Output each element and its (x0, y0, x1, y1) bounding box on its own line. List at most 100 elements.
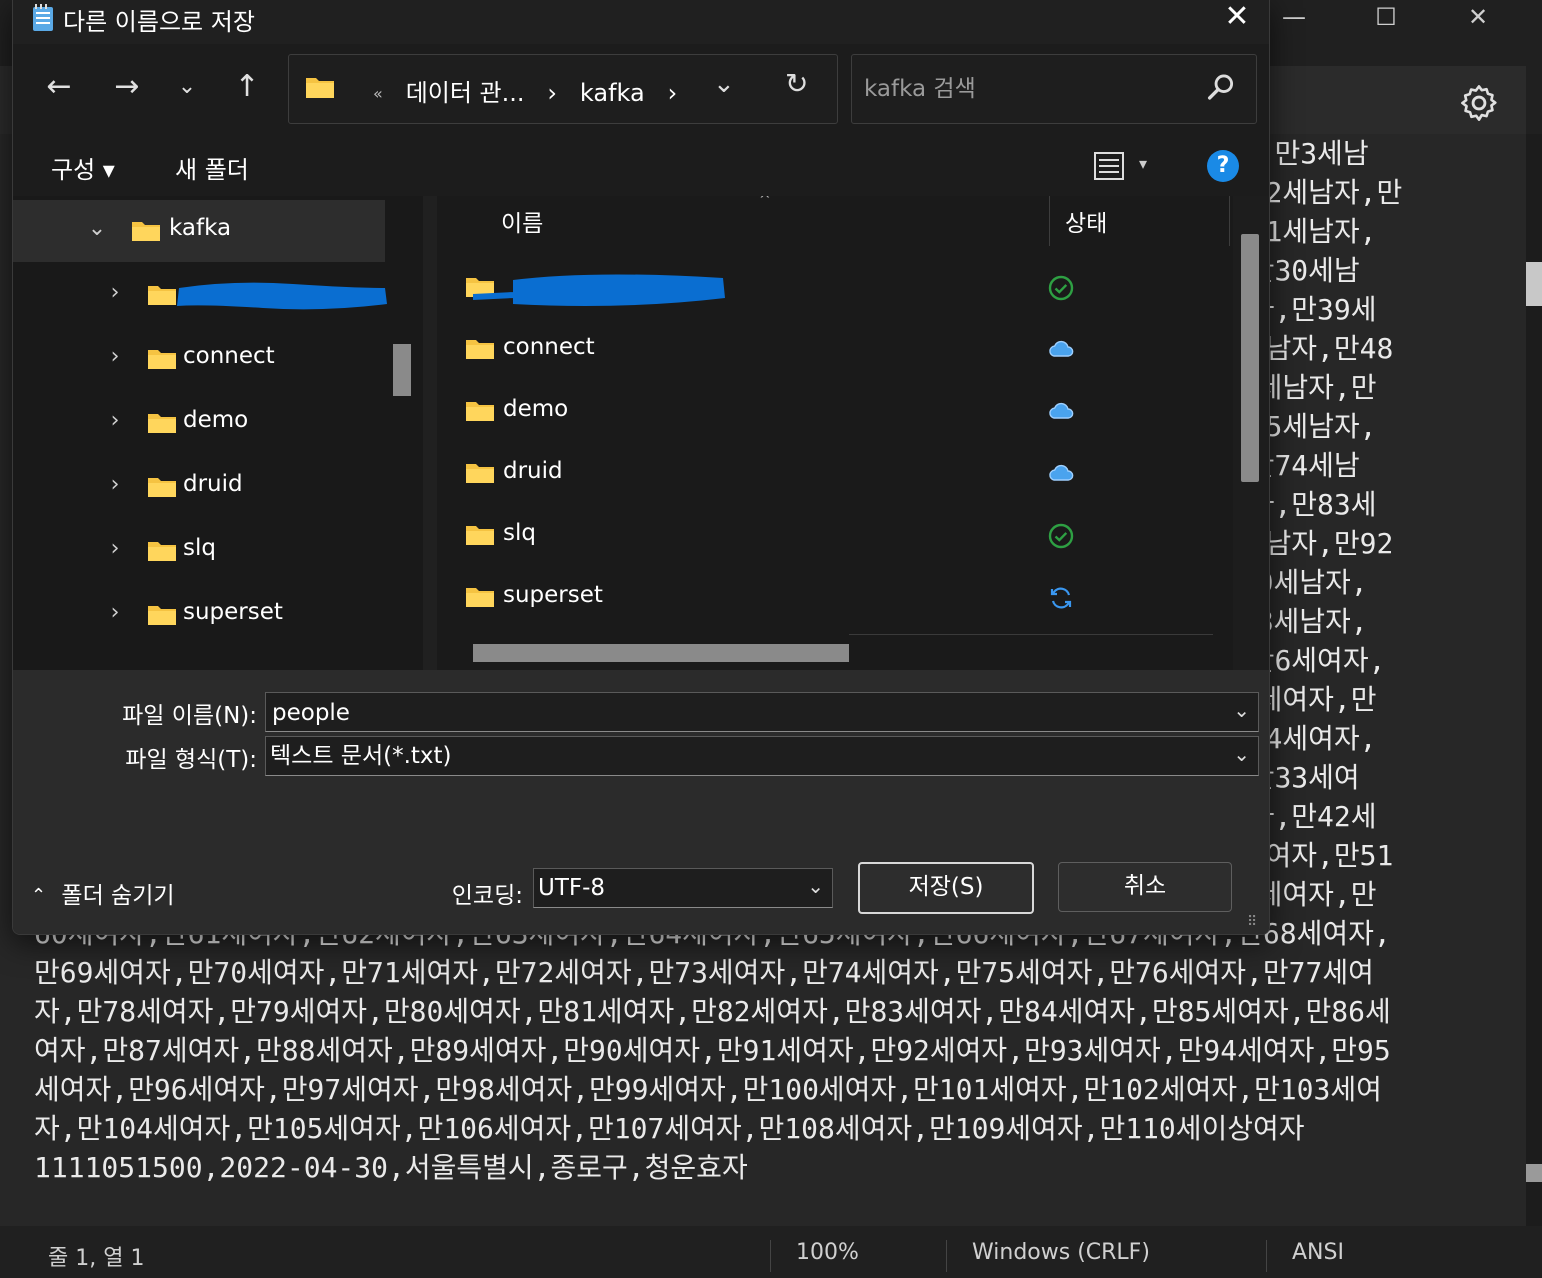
dialog-close-button[interactable]: ✕ (1209, 0, 1265, 36)
new-folder-button[interactable]: 새 폴더 (175, 150, 249, 185)
tree-item-label: superset (183, 599, 283, 625)
list-item[interactable] (437, 258, 1233, 320)
folder-icon (466, 402, 494, 421)
notepad-hscroll-thumb[interactable] (1526, 1164, 1542, 1182)
filename-combobox[interactable]: ⌄ (265, 692, 1259, 732)
cloud-icon (1049, 464, 1074, 481)
chevron-right-icon[interactable]: › (105, 280, 125, 305)
tree-item-druid[interactable]: › druid (13, 456, 385, 518)
filetype-select[interactable]: 텍스트 문서(*.txt) ⌄ (265, 736, 1259, 776)
encoding-value: UTF-8 (538, 875, 606, 901)
folder-icon (306, 78, 334, 98)
file-list: ^ 이름 상태 connect demo druid slq superset (437, 196, 1233, 670)
tree-scrollbar-thumb[interactable] (393, 344, 411, 396)
chevron-right-icon[interactable]: › (105, 472, 125, 497)
pane-splitter[interactable] (423, 196, 437, 670)
navigation-bar: ← → ⌄ ↑ « 데이터 관... › kafka › ⌄ ↻ (13, 44, 1269, 136)
hide-folders-toggle[interactable]: ⌃ 폴더 숨기기 (31, 876, 175, 910)
redaction-scribble (177, 282, 387, 310)
breadcrumb-separator[interactable]: › (668, 79, 678, 107)
settings-gear-icon[interactable] (1458, 82, 1500, 124)
list-item[interactable]: demo (437, 382, 1233, 444)
refresh-icon[interactable]: ↻ (785, 67, 808, 100)
file-name: druid (503, 458, 563, 484)
dialog-title-bar: 다른 이름으로 저장 ✕ (13, 0, 1269, 40)
cloud-icon (1049, 340, 1074, 357)
tree-item-label: connect (183, 343, 275, 369)
address-bar[interactable]: « 데이터 관... › kafka › ⌄ ↻ (288, 54, 838, 124)
list-horizontal-scrollbar[interactable] (473, 644, 849, 662)
synced-check-icon (1048, 275, 1074, 301)
synced-check-icon (1048, 523, 1074, 549)
chevron-down-icon[interactable]: ⌄ (1233, 742, 1250, 766)
search-box[interactable] (851, 54, 1257, 124)
text-line: 여자,만87세여자,만88세여자,만89세여자,만90세여자,만91세여자,만9… (34, 1034, 1391, 1067)
tree-item-label: demo (183, 407, 249, 433)
text-line: 1111051500,2022-04-30,서울특별시,종로구,청운효자 (34, 1151, 748, 1184)
list-vertical-scrollbar[interactable] (1241, 234, 1259, 482)
save-button[interactable]: 저장(S) (858, 862, 1034, 914)
folder-icon (132, 222, 160, 241)
column-header-status[interactable]: 상태 (1065, 204, 1107, 238)
text-line: 자,만78세여자,만79세여자,만80세여자,만81세여자,만82세여자,만83… (34, 995, 1391, 1028)
list-item[interactable]: druid (437, 444, 1233, 506)
chevron-right-icon[interactable]: › (105, 344, 125, 369)
cursor-position: 줄 1, 열 1 (48, 1246, 145, 1271)
breadcrumb-overflow[interactable]: « (373, 84, 383, 103)
redaction-scribble (473, 274, 725, 306)
filename-input[interactable] (270, 697, 1167, 729)
chevron-down-icon[interactable]: ⌄ (1233, 698, 1250, 722)
chevron-right-icon[interactable]: › (105, 408, 125, 433)
tree-item-demo[interactable]: › demo (13, 392, 385, 454)
forward-arrow-icon[interactable]: → (105, 66, 149, 110)
notepad-app-icon (33, 4, 53, 31)
chevron-up-icon: ⌃ (31, 885, 47, 906)
syncing-icon (1050, 587, 1072, 609)
search-icon[interactable] (1204, 71, 1238, 105)
filetype-label: 파일 형식(T): (125, 747, 257, 773)
breadcrumb-separator[interactable]: › (547, 79, 557, 107)
filetype-value: 텍스트 문서(*.txt) (270, 743, 452, 769)
encoding-label: 인코딩: (451, 883, 523, 909)
notepad-scroll-thumb[interactable] (1526, 262, 1542, 306)
list-item[interactable]: connect (437, 320, 1233, 382)
encoding-select[interactable]: UTF-8 ⌄ (533, 868, 833, 908)
view-options-chevron-icon[interactable]: ▾ (1139, 154, 1147, 173)
organize-button[interactable]: 구성 ▾ (51, 150, 115, 185)
tree-item-slq[interactable]: › slq (13, 520, 385, 582)
back-arrow-icon[interactable]: ← (37, 66, 81, 110)
list-item[interactable]: superset (437, 568, 1233, 630)
tree-item-connect[interactable]: › connect (13, 328, 385, 390)
breadcrumb-item-kafka[interactable]: kafka (580, 79, 645, 107)
maximize-button[interactable]: ☐ (1340, 0, 1432, 36)
column-header-name[interactable]: 이름 (501, 204, 543, 238)
search-input[interactable] (862, 71, 1186, 107)
breadcrumb-item-data-management[interactable]: 데이터 관... (406, 79, 525, 107)
save-as-dialog: 다른 이름으로 저장 ✕ ← → ⌄ ↑ « 데이터 관... › kafka … (12, 0, 1270, 935)
address-dropdown-chevron-icon[interactable]: ⌄ (713, 69, 735, 99)
list-item[interactable]: slq (437, 506, 1233, 568)
help-icon[interactable]: ? (1207, 150, 1239, 182)
tree-item-kafka[interactable]: ⌄ kafka (13, 200, 385, 262)
tree-item-superset[interactable]: › superset (13, 584, 385, 646)
save-form: 파일 이름(N): ⌄ 파일 형식(T): 텍스트 문서(*.txt) ⌄ ⌃ … (13, 670, 1269, 934)
view-details-icon[interactable] (1093, 150, 1125, 182)
resize-grip-icon[interactable]: ⠿ (1247, 914, 1257, 930)
sort-ascending-icon: ^ (759, 196, 771, 208)
chevron-down-icon[interactable]: ⌄ (87, 216, 107, 241)
text-line: 자,만104세여자,만105세여자,만106세여자,만107세여자,만108세여… (34, 1112, 1305, 1145)
tree-item-redacted[interactable]: › (13, 264, 387, 326)
up-arrow-icon[interactable]: ↑ (225, 66, 269, 110)
line-ending: Windows (CRLF) (972, 1240, 1150, 1265)
dialog-title: 다른 이름으로 저장 (63, 8, 255, 36)
cancel-button[interactable]: 취소 (1058, 862, 1232, 912)
chevron-down-icon[interactable]: ⌄ (807, 874, 824, 898)
folder-icon (466, 588, 494, 607)
file-name: superset (503, 582, 603, 608)
chevron-right-icon[interactable]: › (105, 600, 125, 625)
navigation-tree: ⌄ kafka › › connect › demo › druid › slq (13, 196, 423, 670)
tree-item-label: kafka (169, 215, 232, 241)
recent-locations-chevron-icon[interactable]: ⌄ (165, 66, 209, 110)
chevron-right-icon[interactable]: › (105, 536, 125, 561)
close-window-button[interactable]: ✕ (1432, 0, 1524, 36)
